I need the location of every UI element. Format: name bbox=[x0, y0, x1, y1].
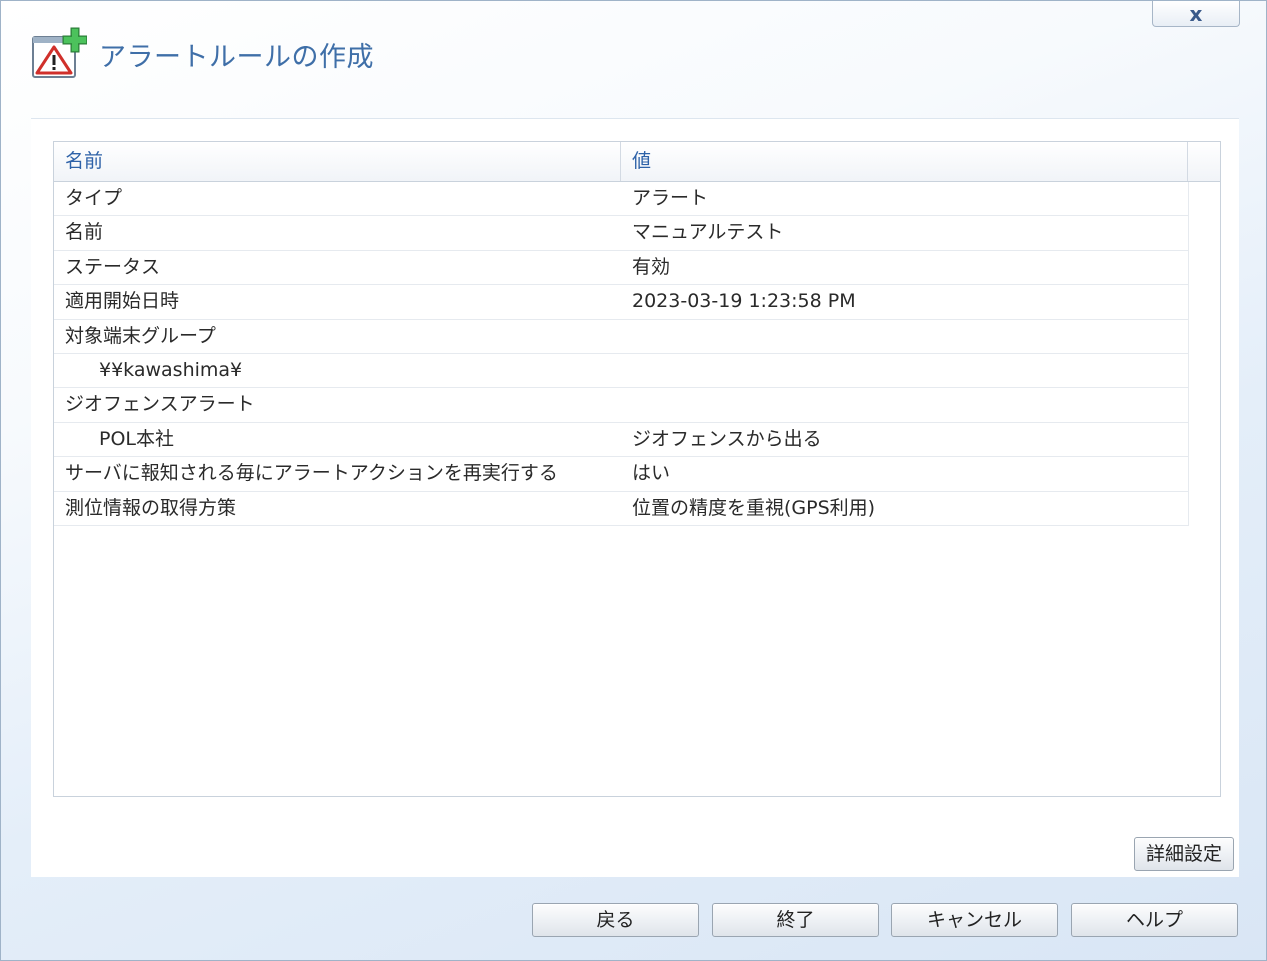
table-row[interactable]: 対象端末グループ bbox=[54, 319, 1189, 354]
row-key: POL本社 bbox=[99, 427, 174, 450]
back-button[interactable]: 戻る bbox=[532, 903, 699, 937]
dialog-title: アラートルールの作成 bbox=[99, 42, 374, 73]
row-key: 名前 bbox=[65, 221, 104, 244]
help-button[interactable]: ヘルプ bbox=[1071, 903, 1238, 937]
table-row[interactable]: POL本社 ジオフェンスから出る bbox=[54, 422, 1189, 458]
grid-rows: タイプ アラート 名前 マニュアルテスト ステータス 有効 適用開始日時 202… bbox=[54, 182, 1189, 526]
table-row[interactable]: ステータス 有効 bbox=[54, 250, 1189, 286]
table-row[interactable]: ジオフェンスアラート bbox=[54, 388, 1189, 423]
finish-button[interactable]: 終了 bbox=[712, 903, 879, 937]
row-key: タイプ bbox=[65, 187, 123, 209]
close-button[interactable]: x bbox=[1152, 1, 1240, 27]
table-row[interactable]: ¥¥kawashima¥ bbox=[54, 353, 1189, 389]
dialog-window: x アラートルールの作成 名前 値 タイプ アラート 名前 マニュアルテスト ス… bbox=[0, 0, 1267, 961]
row-value: はい bbox=[632, 462, 671, 485]
table-row[interactable]: サーバに報知される毎にアラートアクションを再実行する はい bbox=[54, 457, 1189, 492]
row-value: マニュアルテスト bbox=[632, 221, 784, 244]
row-value: 2023-03-19 1:23:58 PM bbox=[632, 290, 856, 313]
table-row[interactable]: 適用開始日時 2023-03-19 1:23:58 PM bbox=[54, 285, 1189, 320]
table-row[interactable]: タイプ アラート bbox=[54, 182, 1189, 217]
row-key: 測位情報の取得方策 bbox=[65, 496, 237, 519]
column-header-value[interactable]: 値 bbox=[621, 142, 1188, 181]
row-key: 対象端末グループ bbox=[65, 324, 216, 347]
row-key: 適用開始日時 bbox=[65, 290, 180, 313]
cancel-button[interactable]: キャンセル bbox=[891, 903, 1058, 937]
row-key: サーバに報知される毎にアラートアクションを再実行する bbox=[65, 462, 558, 485]
table-row[interactable]: 測位情報の取得方策 位置の精度を重視(GPS利用) bbox=[54, 491, 1189, 526]
row-value: 有効 bbox=[632, 255, 671, 278]
property-grid: 名前 値 タイプ アラート 名前 マニュアルテスト ステータス 有効 適用開始日… bbox=[53, 141, 1221, 797]
content-panel: 名前 値 タイプ アラート 名前 マニュアルテスト ステータス 有効 適用開始日… bbox=[31, 118, 1239, 877]
grid-header: 名前 値 bbox=[54, 142, 1220, 182]
row-key: ¥¥kawashima¥ bbox=[99, 358, 243, 381]
close-icon: x bbox=[1189, 1, 1203, 26]
row-key: ステータス bbox=[65, 255, 161, 278]
row-value: ジオフェンスから出る bbox=[632, 427, 822, 450]
detail-settings-button[interactable]: 詳細設定 bbox=[1134, 837, 1234, 871]
column-header-name[interactable]: 名前 bbox=[54, 142, 621, 181]
row-value: 位置の精度を重視(GPS利用) bbox=[632, 496, 876, 519]
alert-add-icon bbox=[31, 27, 88, 81]
table-row[interactable]: 名前 マニュアルテスト bbox=[54, 216, 1189, 251]
row-value: アラート bbox=[632, 187, 709, 209]
row-key: ジオフェンスアラート bbox=[65, 393, 255, 416]
